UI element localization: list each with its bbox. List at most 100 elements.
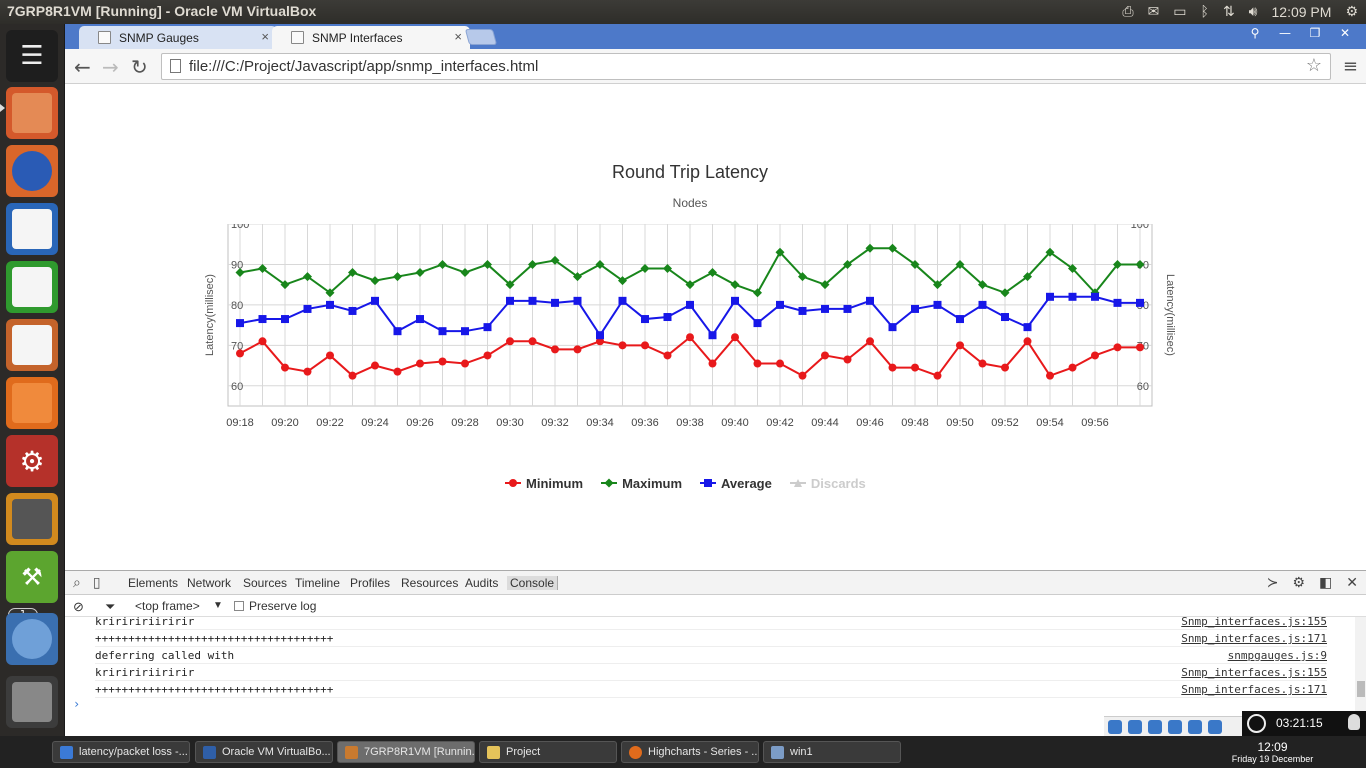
tray-app-icon[interactable] <box>1168 720 1182 734</box>
thunderbird-icon[interactable] <box>6 613 58 665</box>
settings-icon[interactable]: ⚙ <box>6 435 58 487</box>
software-center-icon[interactable] <box>6 377 58 429</box>
data-point-average <box>933 300 942 309</box>
taskbar-item[interactable]: Project <box>479 741 617 763</box>
taskbar-item[interactable]: latency/packet loss -... <box>52 741 190 763</box>
writer-icon[interactable] <box>6 203 58 255</box>
taskbar-item[interactable]: Oracle VM VirtualBo... <box>195 741 333 763</box>
inspect-icon[interactable]: ⌕ <box>73 574 81 591</box>
impress-icon[interactable] <box>6 319 58 371</box>
panel-clock[interactable]: 12:09 PM <box>1272 4 1332 20</box>
source-link[interactable]: snmpgauges.js:9 <box>1228 649 1327 662</box>
data-point-average <box>798 306 807 315</box>
reload-icon[interactable]: ↻ <box>131 55 148 79</box>
data-point-average <box>978 300 987 309</box>
tab-snmp-interfaces[interactable]: SNMP Interfaces × <box>272 26 470 49</box>
close-icon[interactable]: × <box>261 29 269 44</box>
tray-app-icon[interactable] <box>1208 720 1222 734</box>
tray-app-icon[interactable] <box>1188 720 1202 734</box>
dock-icon[interactable]: ◧ <box>1319 574 1332 591</box>
data-point-minimum <box>438 357 447 366</box>
legend-marker-icon <box>700 478 717 488</box>
source-link[interactable]: Snmp_interfaces.js:155 <box>1181 666 1327 679</box>
chevron-down-icon[interactable]: ▼ <box>213 600 223 611</box>
preserve-log-checkbox[interactable] <box>234 601 244 611</box>
legend-item-discards[interactable]: Discards <box>789 474 866 492</box>
tab-snmp-gauges[interactable]: SNMP Gauges × <box>79 26 277 49</box>
printer-icon[interactable]: ⎙ <box>1122 4 1133 20</box>
console-log: kririririiririr Snmp_interfaces.js:155 ++… <box>65 617 1355 727</box>
user-icon[interactable]: ⚲ <box>1240 24 1270 42</box>
legend-item-average[interactable]: Average <box>700 474 772 492</box>
x-tick-label: 09:30 <box>496 417 524 429</box>
tab-sources[interactable]: Sources <box>243 576 287 590</box>
gear-icon[interactable]: ⚙ <box>1292 574 1305 591</box>
x-tick-label: 09:46 <box>856 417 884 429</box>
back-icon[interactable]: ← <box>74 55 91 79</box>
tab-profiles[interactable]: Profiles <box>350 576 390 590</box>
y-axis-title: Latency(millisec) <box>204 274 216 356</box>
legend-item-maximum[interactable]: Maximum <box>601 474 682 492</box>
tab-audits[interactable]: Audits <box>465 576 498 590</box>
gear-icon[interactable]: ⚙ <box>1345 4 1358 20</box>
bulb-icon <box>1348 714 1360 730</box>
x-tick-label: 09:44 <box>811 417 839 429</box>
volume-icon[interactable]: 🔊︎ <box>1249 4 1258 20</box>
data-point-average <box>618 296 627 305</box>
new-tab-button[interactable] <box>464 29 498 45</box>
address-bar[interactable]: file:///C:/Project/Javascript/app/snmp_i… <box>161 53 1331 80</box>
data-point-minimum <box>1001 363 1009 372</box>
filter-icon[interactable]: ⏷ <box>105 599 115 615</box>
close-window-icon[interactable]: ✕ <box>1330 24 1360 42</box>
source-link[interactable]: Snmp_interfaces.js:171 <box>1181 683 1327 696</box>
x-tick-label: 09:28 <box>451 417 479 429</box>
tray-app-icon[interactable] <box>1128 720 1142 734</box>
tab-elements[interactable]: Elements <box>128 576 178 590</box>
legend-item-minimum[interactable]: Minimum <box>505 474 583 492</box>
bluetooth-icon[interactable]: ᛒ <box>1201 4 1209 20</box>
tools-icon[interactable]: ⚒ <box>6 551 58 603</box>
source-link[interactable]: Snmp_interfaces.js:155 <box>1181 617 1327 628</box>
taskbar-item[interactable]: win1 <box>763 741 901 763</box>
drawer-icon[interactable]: ≻ <box>1267 574 1279 591</box>
menu-icon[interactable]: ≡ <box>1343 56 1358 77</box>
close-icon[interactable]: ✕ <box>1346 574 1358 591</box>
tab-timeline[interactable]: Timeline <box>295 576 340 590</box>
close-icon[interactable]: × <box>454 29 462 44</box>
calc-icon[interactable] <box>6 261 58 313</box>
trash-icon[interactable] <box>6 676 58 728</box>
console-row: kririririiririr Snmp_interfaces.js:155 <box>95 617 1327 630</box>
tray-app-icon[interactable] <box>1148 720 1162 734</box>
firefox-icon[interactable] <box>6 145 58 197</box>
network-icon[interactable]: ⇅ <box>1223 4 1235 20</box>
device-mode-icon[interactable]: ▯ <box>93 574 101 591</box>
battery-icon[interactable]: ▭ <box>1173 4 1186 20</box>
book-icon[interactable] <box>6 493 58 545</box>
taskbar-item[interactable]: 7GRP8R1VM [Runnin... <box>337 741 475 763</box>
clear-console-icon[interactable]: ⊘ <box>73 599 84 615</box>
ubuntu-dash-icon[interactable]: ☰ <box>6 30 58 82</box>
bookmark-star-icon[interactable]: ☆ <box>1306 55 1322 76</box>
scrollbar-thumb[interactable] <box>1357 681 1365 697</box>
taskbar-item[interactable]: Highcharts - Series - ... <box>621 741 759 763</box>
minimize-icon[interactable]: — <box>1270 24 1300 42</box>
x-tick-label: 09:56 <box>1081 417 1109 429</box>
tray-app-icon[interactable] <box>1108 720 1122 734</box>
x-tick-label: 09:50 <box>946 417 974 429</box>
clock-date: Friday 19 December <box>1231 754 1314 764</box>
tab-network[interactable]: Network <box>187 576 231 590</box>
frame-select[interactable]: <top frame> <box>135 599 200 613</box>
data-point-average <box>348 306 357 315</box>
restore-icon[interactable]: ❐ <box>1300 24 1330 42</box>
tab-console[interactable]: Console <box>507 576 559 590</box>
files-icon[interactable] <box>6 87 58 139</box>
console-prompt[interactable]: › <box>73 697 80 711</box>
taskbar-clock[interactable]: 12:09 Friday 19 December <box>1230 740 1315 764</box>
source-link[interactable]: Snmp_interfaces.js:171 <box>1181 632 1327 645</box>
forward-icon[interactable]: → <box>102 55 119 79</box>
preserve-log-option[interactable]: Preserve log <box>234 599 316 613</box>
tab-resources[interactable]: Resources <box>401 576 458 590</box>
data-point-minimum <box>236 349 244 358</box>
devtools-panel: ⌕ ▯ Elements Network Sources Timeline Pr… <box>65 570 1366 736</box>
mail-icon[interactable]: ✉ <box>1148 4 1160 20</box>
